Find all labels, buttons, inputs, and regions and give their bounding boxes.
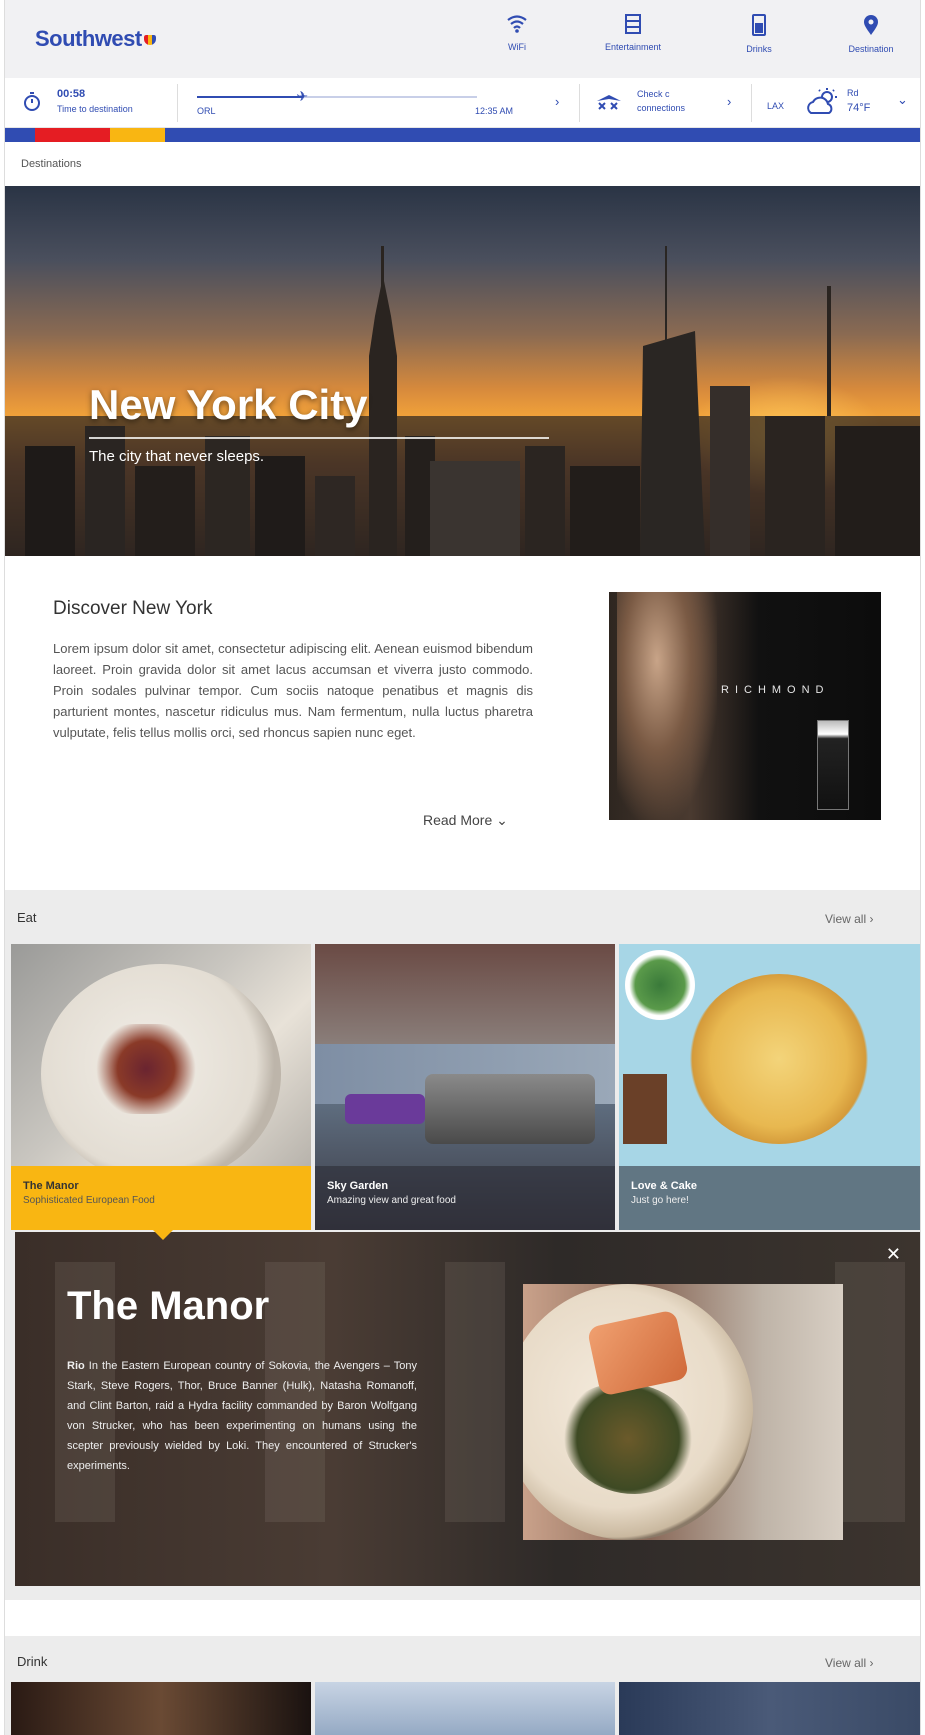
eat-tile-sky-garden[interactable]: Sky Garden Amazing view and great food xyxy=(315,944,615,1230)
cup-icon xyxy=(752,14,766,36)
eat-tile-caption: Love & Cake Just go here! xyxy=(619,1166,920,1230)
drink-tile[interactable] xyxy=(11,1682,311,1735)
nav-wifi-label: WiFi xyxy=(508,42,526,52)
chevron-right-icon[interactable]: › xyxy=(727,94,731,109)
nav-destination[interactable]: Destination xyxy=(831,14,911,54)
hero-divider xyxy=(89,437,549,439)
purple-stools-image xyxy=(345,1094,425,1124)
nav-drinks[interactable]: Drinks xyxy=(719,14,799,54)
stopwatch-icon xyxy=(24,92,40,111)
hero-title: New York City xyxy=(89,381,368,428)
nav-destination-label: Destination xyxy=(848,44,894,54)
time-remaining-label: Time to destination xyxy=(57,104,133,114)
discover-title: Discover New York xyxy=(53,598,213,619)
flight-progress-track xyxy=(197,96,477,98)
eat-tile-desc: Just go here! xyxy=(631,1195,689,1206)
eat-detail-panel: ✕ The Manor Rio In the Eastern European … xyxy=(15,1232,920,1586)
divider xyxy=(751,84,752,122)
flight-progress-fill xyxy=(197,96,304,98)
top-nav: Southwest WiFi Entertainment Drinks Dest… xyxy=(5,0,920,78)
eat-tile-love-and-cake[interactable]: Love & Cake Just go here! xyxy=(619,944,920,1230)
nav-drinks-label: Drinks xyxy=(746,44,772,54)
brand-stripe-yellow xyxy=(110,128,165,142)
map-pin-icon xyxy=(864,15,878,35)
detail-body: Rio In the Eastern European country of S… xyxy=(67,1356,417,1476)
eat-tile-caption: The Manor Sophisticated European Food xyxy=(11,1166,311,1230)
origin-airport: ORL xyxy=(197,106,216,116)
nav-entertainment[interactable]: Entertainment xyxy=(593,14,673,52)
eat-tile-name: The Manor xyxy=(23,1180,79,1192)
pizza-image xyxy=(689,974,869,1144)
divider xyxy=(177,84,178,122)
ad-brand-name: RICHMOND xyxy=(721,684,830,696)
film-icon xyxy=(625,14,641,34)
weather-label: Rd xyxy=(847,88,859,98)
heart-logo-icon xyxy=(143,35,156,46)
eat-tile-name: Love & Cake xyxy=(631,1180,698,1192)
drink-tile[interactable] xyxy=(315,1682,615,1735)
nav-wifi[interactable]: WiFi xyxy=(477,14,557,52)
eat-tile-name: Sky Garden xyxy=(327,1180,389,1192)
read-more-button[interactable]: Read More ⌄ xyxy=(423,812,508,829)
brand-stripe-red xyxy=(35,128,110,142)
window-image xyxy=(445,1262,505,1522)
nav-entertainment-label: Entertainment xyxy=(604,42,662,52)
drink-section-title: Drink xyxy=(17,1654,48,1669)
divider xyxy=(579,84,580,122)
ad-bottle-image xyxy=(817,720,849,810)
eat-tile-desc: Amazing view and great food xyxy=(327,1195,456,1206)
destination-city: LAX xyxy=(767,101,785,111)
read-more-label: Read More xyxy=(423,812,493,828)
connections-line1: Check c xyxy=(637,89,670,99)
app-frame: Southwest WiFi Entertainment Drinks Dest… xyxy=(4,0,921,1735)
detail-body-text: In the Eastern European country of Sokov… xyxy=(67,1360,417,1472)
door-image xyxy=(835,1262,905,1522)
eat-tile-the-manor[interactable]: The Manor Sophisticated European Food xyxy=(11,944,311,1230)
city-skyline-image xyxy=(5,246,920,556)
view-all-label: View all xyxy=(825,912,867,926)
wifi-icon xyxy=(507,15,527,33)
view-all-label: View all xyxy=(825,1656,867,1670)
selected-pointer xyxy=(153,1230,173,1240)
brand-logo[interactable]: Southwest xyxy=(35,26,156,52)
eat-section-title: Eat xyxy=(17,910,37,925)
breadcrumb[interactable]: Destinations xyxy=(21,158,82,170)
food-image xyxy=(91,1024,201,1114)
connections-icon xyxy=(597,95,621,110)
hero-banner: New York City The city that never sleeps… xyxy=(5,186,920,556)
discover-body: Lorem ipsum dolor sit amet, consectetur … xyxy=(53,641,533,740)
detail-title: The Manor xyxy=(67,1284,270,1328)
detail-body-lead: Rio xyxy=(67,1360,85,1372)
eat-view-all-link[interactable]: View all › xyxy=(825,912,873,926)
close-icon[interactable]: ✕ xyxy=(886,1244,901,1265)
detail-food-image xyxy=(523,1284,843,1540)
drink-view-all-link[interactable]: View all › xyxy=(825,1656,873,1670)
bar-counter-image xyxy=(425,1074,595,1144)
weather-temperature: 74°F xyxy=(847,102,871,114)
advertisement[interactable]: RICHMOND xyxy=(609,592,881,820)
flight-status-bar: 00:58 Time to destination ✈ ORL 12:35 AM… xyxy=(5,78,920,128)
brand-name: Southwest xyxy=(35,26,142,51)
arrival-time: 12:35 AM xyxy=(475,106,514,116)
connections-line2: connections xyxy=(637,103,686,113)
time-remaining: 00:58 xyxy=(57,88,86,100)
chevron-down-icon[interactable]: ⌄ xyxy=(897,92,908,108)
eat-tile-desc: Sophisticated European Food xyxy=(23,1195,155,1206)
hero-subtitle: The city that never sleeps. xyxy=(89,448,265,465)
chevron-right-icon: › xyxy=(869,1656,874,1670)
drink-tile[interactable] xyxy=(619,1682,920,1735)
chevron-right-icon[interactable]: › xyxy=(555,94,559,109)
partly-cloudy-icon xyxy=(807,88,837,114)
ad-model-image xyxy=(617,592,717,820)
eat-tile-caption: Sky Garden Amazing view and great food xyxy=(315,1166,615,1230)
plane-marker-icon: ✈ xyxy=(296,88,309,104)
salad-bowl-image xyxy=(625,950,695,1020)
chevron-right-icon: › xyxy=(869,912,874,926)
cake-slice-image xyxy=(623,1074,667,1144)
chevron-down-icon: ⌄ xyxy=(496,812,508,828)
